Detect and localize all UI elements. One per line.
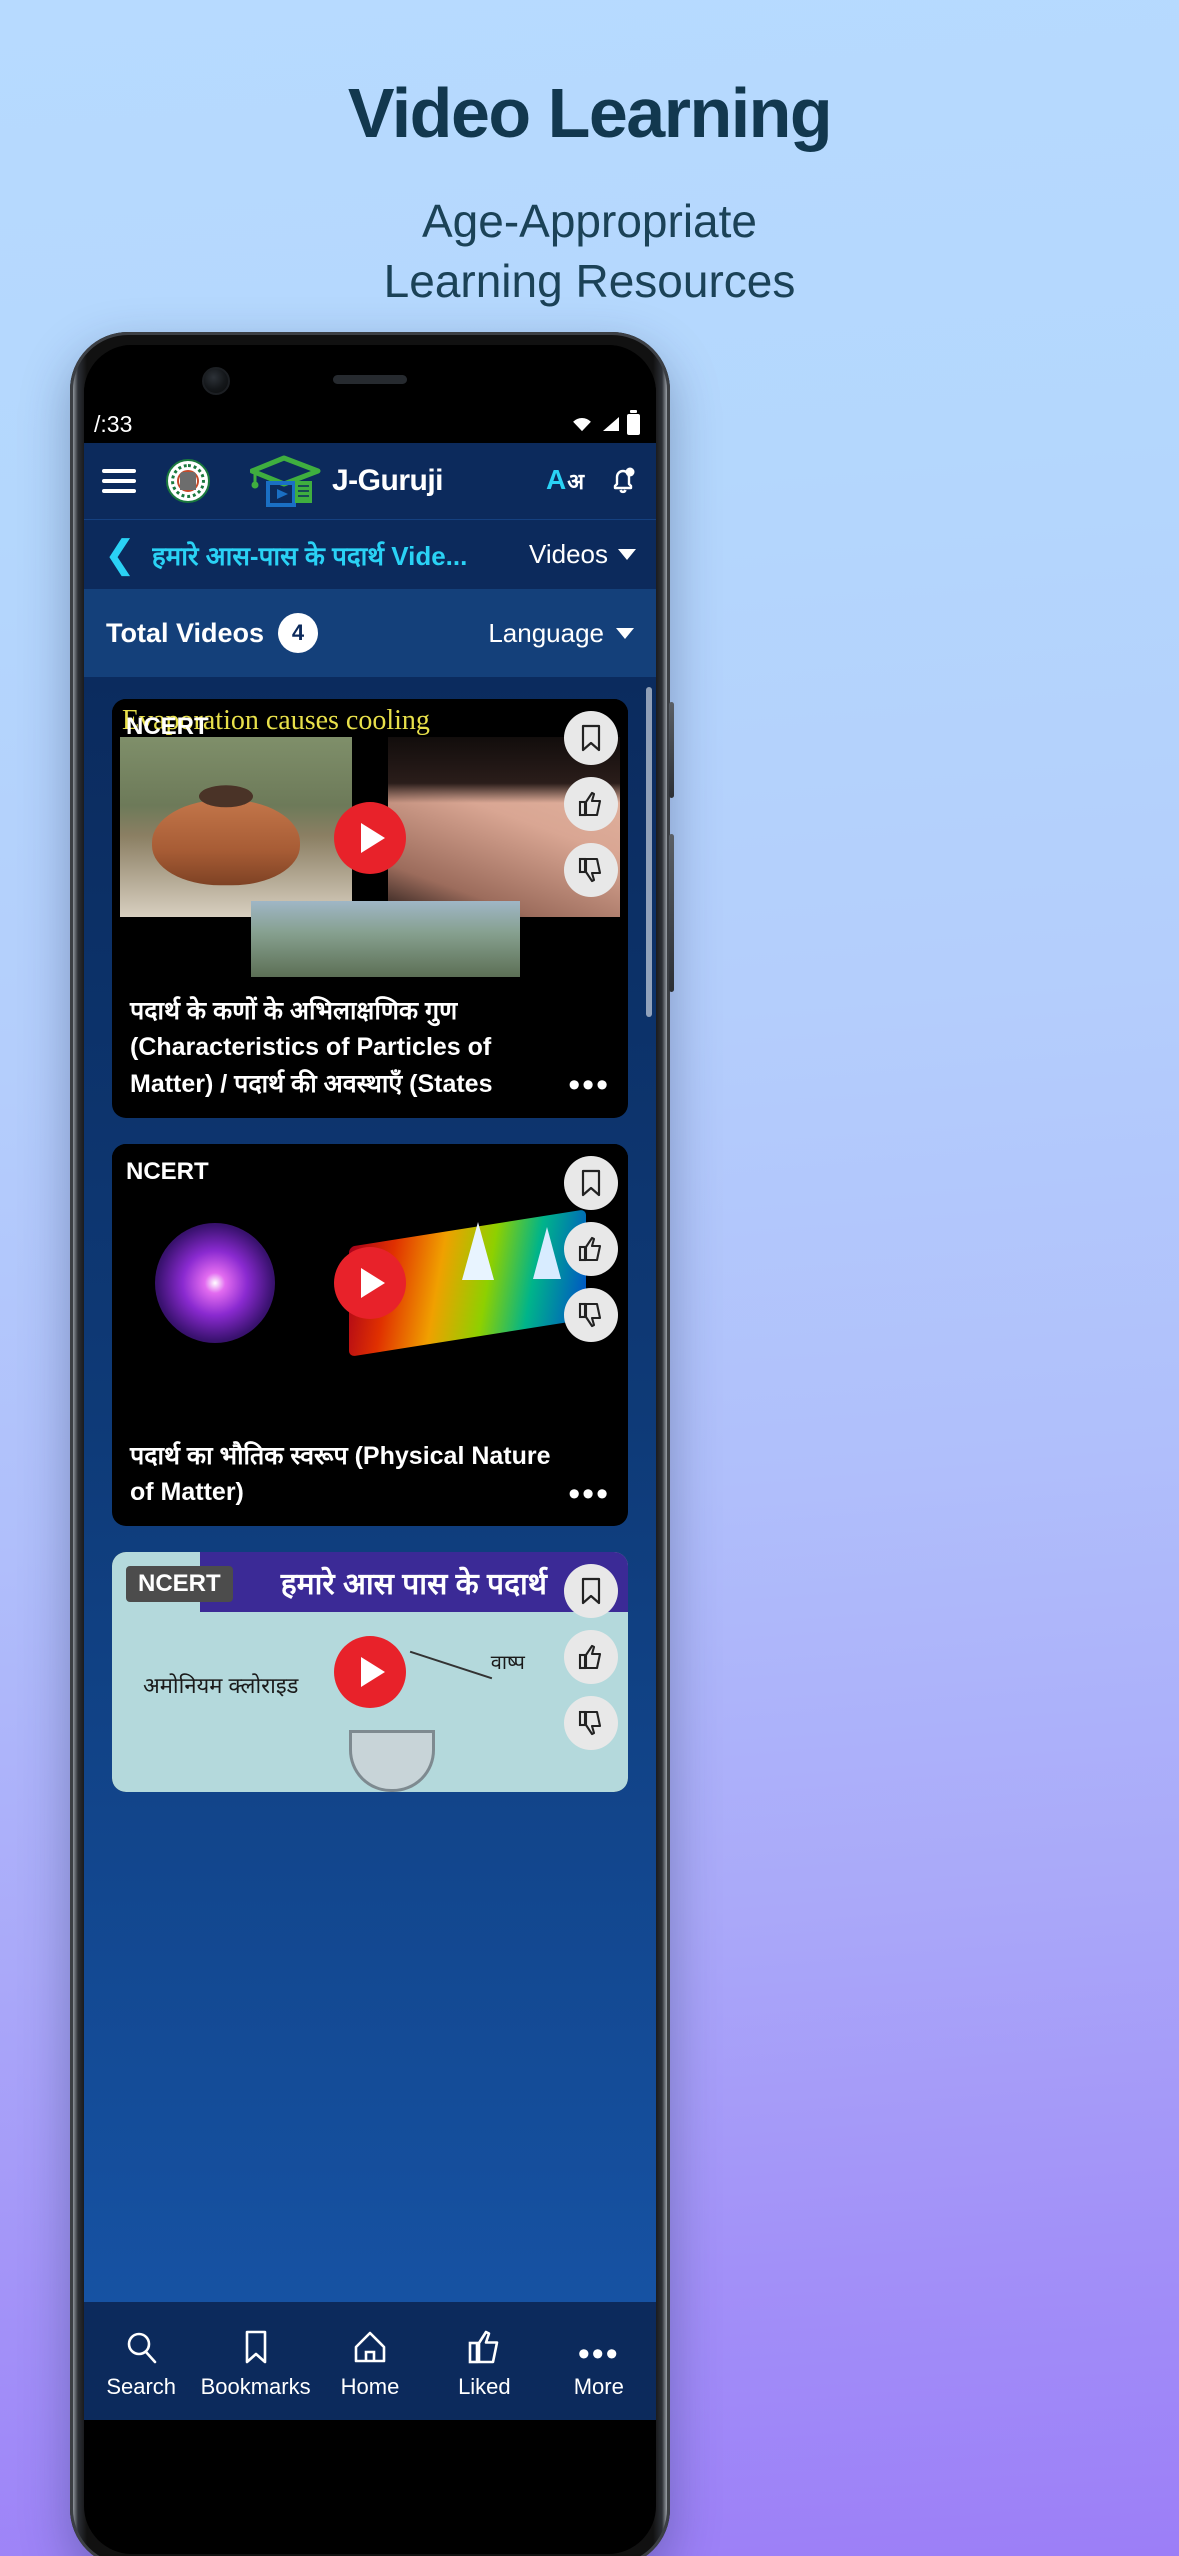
scrollbar[interactable] (646, 687, 652, 1017)
status-bar: /:33 (84, 405, 656, 443)
videos-dropdown[interactable]: Videos (529, 539, 636, 570)
device-top-bar (84, 345, 656, 405)
source-tag: NCERT (126, 1157, 209, 1185)
nav-item-search[interactable]: Search (86, 2328, 196, 2400)
status-time: /:33 (94, 410, 133, 437)
power-button[interactable] (669, 834, 674, 992)
search-icon (124, 2328, 158, 2366)
video-thumbnail[interactable]: NCERT (112, 1143, 628, 1422)
back-chevron-icon[interactable]: ❮ (104, 536, 136, 574)
video-title: पदार्थ का भौतिक स्वरूप (Physical Nature … (130, 1441, 551, 1506)
language-dropdown[interactable]: Language (488, 618, 634, 649)
card-action-buttons (564, 711, 618, 897)
hamburger-icon[interactable] (102, 469, 136, 493)
bell-icon[interactable] (608, 464, 638, 498)
brand-name: J-Guruji (332, 464, 444, 497)
nav-label-search: Search (106, 2374, 177, 2399)
nav-item-home[interactable]: Home (315, 2328, 425, 2400)
language-dropdown-label: Language (488, 617, 604, 648)
chapter-title: हमारे आस-पास के पदार्थ Vide... (151, 540, 468, 571)
bookmark-icon[interactable] (564, 1155, 618, 1210)
graduation-cap-play-logo (250, 455, 321, 507)
video-thumbnail[interactable]: हमारे आस पास के पदार्थ अमोनियम क्लोराइड … (112, 1552, 628, 1793)
promo-header: Video Learning Age-Appropriate Learning … (0, 0, 1179, 312)
bookmark-icon[interactable] (564, 1564, 618, 1619)
video-thumbnail[interactable]: Evaporation causes cooling NCERT (112, 699, 628, 977)
promo-subtitle: Age-Appropriate Learning Resources (0, 192, 1179, 312)
phone-mockup: /:33 J-Guruji A अ ❮ हमारे आस-पास के पदार… (70, 332, 674, 2556)
video-card[interactable]: Evaporation causes cooling NCERT पदार्थ … (112, 699, 628, 1118)
thumbs-down-icon[interactable] (564, 1696, 618, 1751)
bookmark-icon[interactable] (564, 711, 618, 765)
card-action-buttons (564, 1155, 618, 1342)
videos-dropdown-label: Videos (528, 539, 608, 569)
chapter-title-row: ❮ हमारे आस-पास के पदार्थ Vide... Videos (84, 519, 656, 589)
nav-item-more[interactable]: ••• More (544, 2328, 654, 2400)
language-devanagari-label: अ (567, 469, 584, 494)
thumbs-up-icon[interactable] (564, 777, 618, 831)
video-card[interactable]: NCERT पदार्थ का भौतिक स्वरूप (Physical N… (112, 1143, 628, 1527)
video-list[interactable]: Evaporation causes cooling NCERT पदार्थ … (84, 677, 656, 2302)
nav-label-more: More (573, 2374, 624, 2399)
language-toggle-button[interactable]: A अ (546, 466, 584, 496)
thumbnail-overlay-text: हमारे आस पास के पदार्थ (280, 1567, 547, 1601)
chevron-down-icon (618, 549, 636, 560)
card-more-button[interactable]: ••• (568, 1068, 610, 1103)
language-latin-label: A (545, 464, 567, 495)
thumbs-up-icon (468, 2328, 500, 2366)
bookmark-icon (242, 2328, 270, 2366)
nav-item-liked[interactable]: Liked (429, 2328, 539, 2400)
nav-label-bookmarks: Bookmarks (200, 2374, 311, 2399)
earpiece-speaker (333, 375, 407, 384)
thumbs-up-icon[interactable] (564, 1221, 618, 1276)
nav-label-liked: Liked (458, 2374, 511, 2399)
card-action-buttons (564, 1564, 618, 1751)
play-button[interactable] (334, 802, 406, 874)
signal-icon (603, 417, 619, 431)
bottom-navigation: Search Bookmarks Home Liked ••• More (84, 2302, 656, 2420)
phone-screen: /:33 J-Guruji A अ ❮ हमारे आस-पास के पदार… (84, 345, 656, 2554)
status-icons (571, 409, 640, 435)
video-card[interactable]: हमारे आस पास के पदार्थ अमोनियम क्लोराइड … (112, 1552, 628, 1793)
page-title: Video Learning (347, 74, 833, 152)
wifi-icon (573, 418, 591, 432)
play-button[interactable] (334, 1246, 406, 1319)
front-camera-icon (202, 367, 230, 395)
source-tag: NCERT (126, 713, 209, 740)
government-emblem-icon (166, 459, 210, 503)
nav-item-bookmarks[interactable]: Bookmarks (201, 2328, 311, 2400)
total-videos-count-badge: 4 (278, 613, 319, 653)
battery-icon (627, 409, 640, 435)
total-videos-label: Total Videos (106, 617, 265, 648)
diagram-label: अमोनियम क्लोराइड (142, 1673, 299, 1699)
promo-subtitle-line2: Learning Resources (383, 254, 796, 307)
total-videos-row: Total Videos 4 Language (84, 589, 656, 677)
card-more-button[interactable]: ••• (568, 1477, 610, 1512)
app-bar: J-Guruji A अ (84, 443, 656, 519)
diagram-label-secondary: वाष्प (490, 1652, 525, 1675)
thumbs-down-icon[interactable] (564, 843, 618, 897)
volume-button[interactable] (669, 702, 674, 798)
more-dots-icon: ••• (577, 2334, 620, 2373)
promo-subtitle-line1: Age-Appropriate (422, 195, 757, 247)
play-button[interactable] (334, 1636, 406, 1709)
video-title: पदार्थ के कणों के अभिलाक्षणिक गुण (Chara… (130, 997, 493, 1098)
chevron-down-icon (616, 627, 634, 639)
thumbs-down-icon[interactable] (564, 1287, 618, 1342)
brand[interactable]: J-Guruji (250, 455, 546, 507)
source-tag: NCERT (126, 1566, 233, 1603)
nav-label-home: Home (340, 2374, 400, 2399)
thumbs-up-icon[interactable] (564, 1630, 618, 1685)
home-icon (353, 2328, 387, 2366)
